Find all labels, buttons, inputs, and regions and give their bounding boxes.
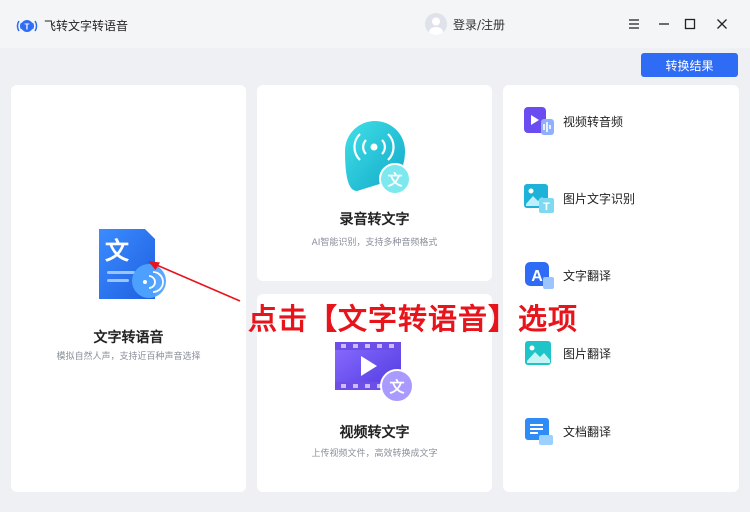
video-audio-icon (524, 107, 554, 135)
title-bar: T 飞转文字转语音 登录/注册 (0, 0, 750, 48)
side-item-label: 图片文字识别 (563, 191, 636, 206)
video-subtitle: 上传视频文件，高效转换成文字 (311, 449, 438, 459)
login-label: 登录/注册 (453, 17, 506, 32)
image-ocr-icon: T (524, 184, 554, 213)
image-translate-icon (525, 341, 551, 365)
menu-icon[interactable] (624, 14, 644, 34)
text-translate-icon: A (525, 262, 554, 289)
convert-result-button[interactable]: 转换结果 (641, 53, 738, 77)
side-item-label: 文字翻译 (563, 268, 612, 283)
tools-panel: 视频转音频 T 图片文字识别 A 文字翻译 图片翻译 文档翻译 (503, 85, 739, 492)
side-item-text-translate[interactable]: A 文字翻译 (523, 259, 611, 291)
avatar-icon (425, 13, 447, 35)
app-title: 飞转文字转语音 (44, 19, 129, 33)
annotation-text: 点击【文字转语音】选项 (248, 302, 579, 336)
svg-text:T: T (25, 23, 30, 32)
annotation-arrow (148, 261, 241, 302)
tts-title: 文字转语音 (93, 330, 164, 346)
svg-text:A: A (531, 268, 543, 285)
svg-text:文: 文 (105, 237, 130, 265)
svg-text:文: 文 (387, 171, 403, 189)
recording-title: 录音转文字 (339, 212, 410, 228)
side-item-image-ocr[interactable]: T 图片文字识别 (523, 182, 635, 214)
recording-icon: 文 (345, 121, 411, 195)
side-item-video-audio[interactable]: 视频转音频 (523, 105, 623, 137)
minimize-icon[interactable] (654, 14, 674, 34)
recording-card[interactable]: 文 录音转文字 AI智能识别，支持多种音频格式 (257, 85, 492, 281)
login-button[interactable]: 登录/注册 (425, 13, 505, 35)
close-icon[interactable] (712, 14, 732, 34)
tts-subtitle: 模拟自然人声，支持近百种声音选择 (56, 352, 201, 362)
app-logo-icon: T (16, 20, 38, 32)
side-item-label: 文档翻译 (563, 424, 612, 439)
video-title: 视频转文字 (339, 425, 410, 441)
side-item-document-translate[interactable]: 文档翻译 (523, 415, 611, 447)
svg-text:T: T (543, 201, 550, 213)
video-icon: 文 (335, 342, 414, 403)
svg-text:文: 文 (389, 378, 405, 396)
recording-subtitle: AI智能识别，支持多种音频格式 (311, 238, 438, 248)
side-item-label: 图片翻译 (563, 346, 612, 361)
maximize-icon[interactable] (680, 14, 700, 34)
document-translate-icon (525, 418, 553, 445)
side-item-label: 视频转音频 (563, 114, 624, 129)
side-item-image-translate[interactable]: 图片翻译 (523, 337, 611, 369)
